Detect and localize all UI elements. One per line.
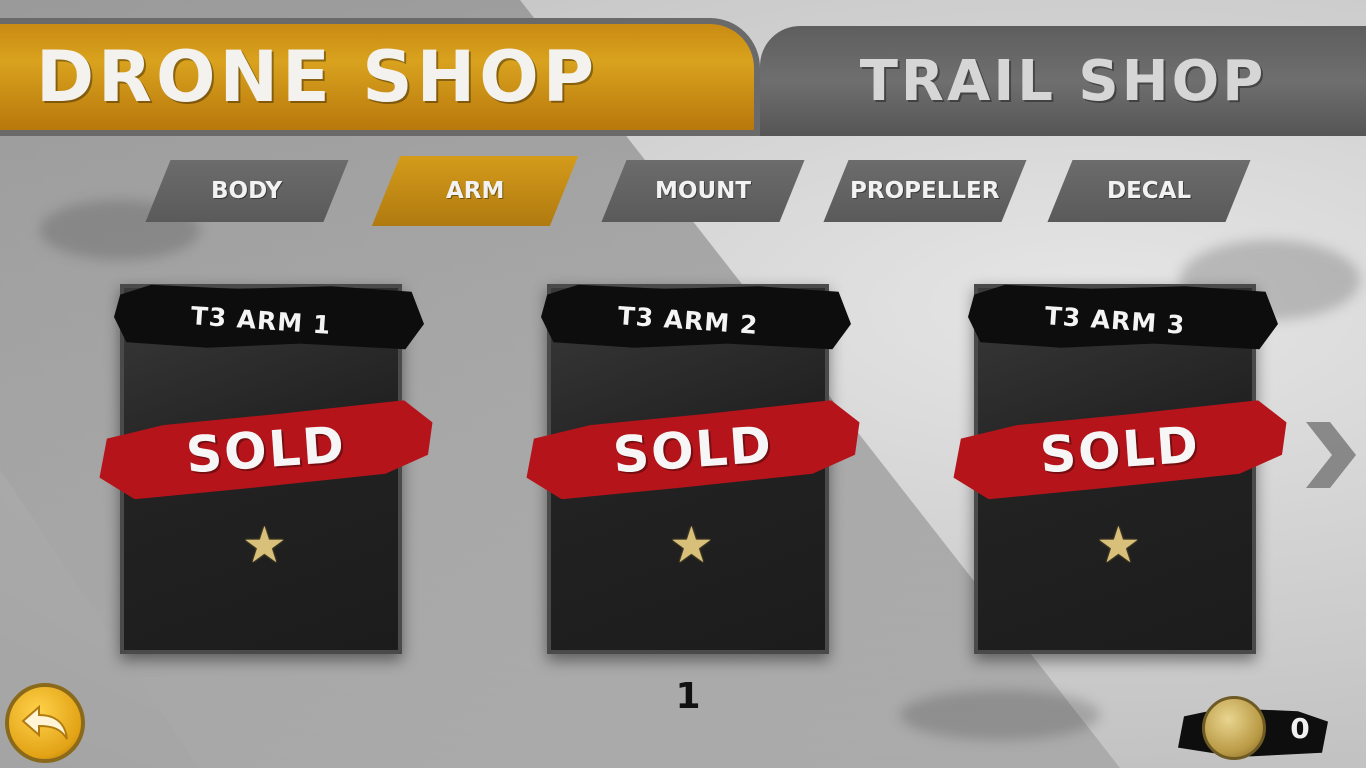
star-icon: ★ — [669, 516, 714, 574]
subtab-arm[interactable]: ARM — [371, 156, 579, 226]
item-card-2[interactable]: T3 ARM 2 SOLD ★ — [547, 284, 829, 654]
subtab-decal[interactable]: DECAL — [1047, 160, 1251, 222]
sold-label: SOLD — [611, 415, 775, 485]
star-icon: ★ — [242, 516, 287, 574]
sold-banner: SOLD — [523, 398, 864, 501]
grunge-decoration — [900, 690, 1100, 740]
sold-label: SOLD — [1038, 415, 1202, 485]
back-arrow-icon — [21, 704, 68, 740]
subtab-body[interactable]: BODY — [145, 160, 349, 222]
subtab-propeller[interactable]: PROPELLER — [823, 160, 1027, 222]
subtab-propeller-label: PROPELLER — [850, 178, 1000, 204]
item-card-1[interactable]: T3 ARM 1 SOLD ★ — [120, 284, 402, 654]
sold-label: SOLD — [184, 415, 348, 485]
star-icon: ★ — [1096, 516, 1141, 574]
subtab-decal-label: DECAL — [1106, 178, 1192, 204]
tab-drone-shop[interactable]: DRONE SHOP — [0, 18, 760, 136]
subtab-body-label: BODY — [211, 178, 283, 204]
subtab-arm-label: ARM — [445, 178, 505, 204]
tab-trail-shop-label: TRAIL SHOP — [859, 48, 1267, 114]
coin-icon — [1202, 696, 1266, 760]
tab-drone-shop-label: DRONE SHOP — [35, 36, 599, 118]
sold-banner: SOLD — [950, 398, 1291, 501]
back-button[interactable] — [5, 683, 85, 763]
subtab-mount-label: MOUNT — [654, 178, 752, 204]
next-page-arrow-icon[interactable] — [1300, 418, 1360, 492]
item-card-3[interactable]: T3 ARM 3 SOLD ★ — [974, 284, 1256, 654]
sold-banner: SOLD — [96, 398, 437, 501]
page-number: 1 — [675, 676, 701, 717]
currency-amount: 0 — [1290, 712, 1310, 745]
tab-trail-shop[interactable]: TRAIL SHOP — [760, 26, 1366, 136]
subtab-mount[interactable]: MOUNT — [601, 160, 805, 222]
